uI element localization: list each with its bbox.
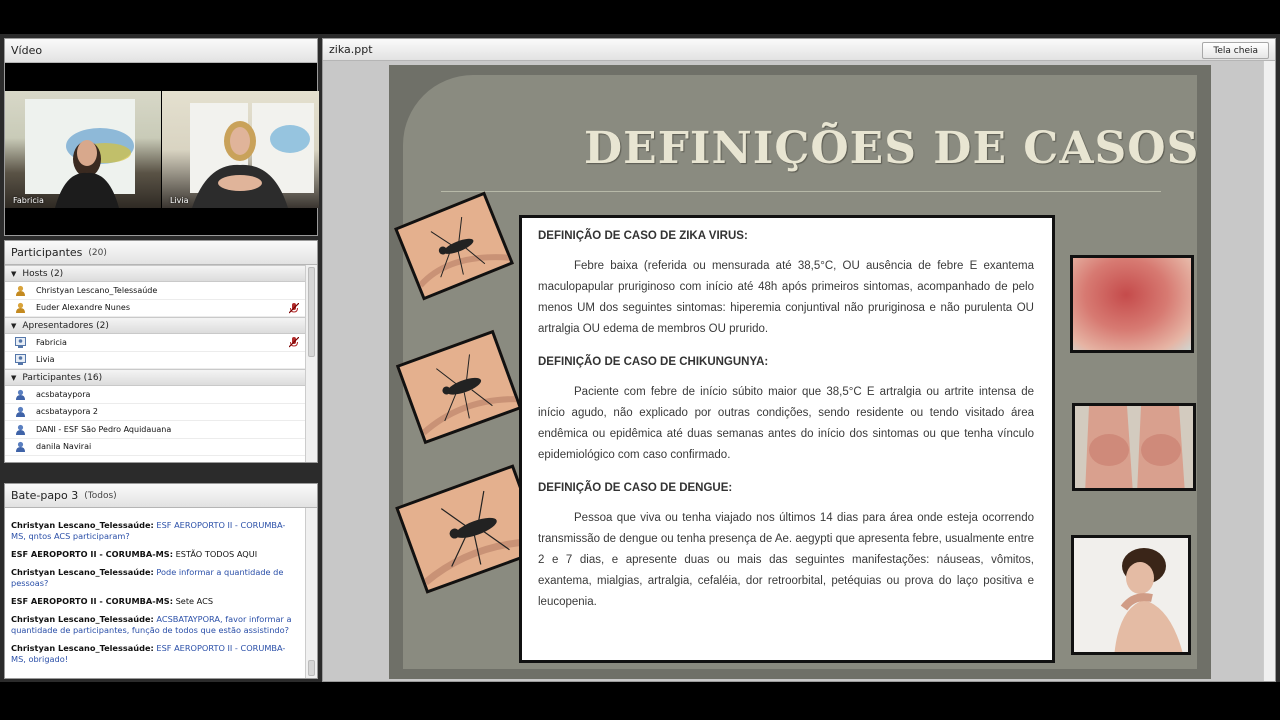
video-area: Fabricia Livia [5,63,319,235]
user-icon [15,406,26,418]
chat-messages: Christyan Lescano_Telessaúde: ESF AEROPO… [5,508,305,678]
chat-message: Christyan Lescano_Telessaúde: ESF AEROPO… [11,643,299,665]
chat-pod-title: Bate-papo 3 [11,489,79,502]
chat-sender: Christyan Lescano_Telessaúde: [11,614,154,624]
participants-count: (20) [88,247,107,258]
chat-scrollbar-thumb[interactable] [308,660,315,676]
section-body-chikungunya: Paciente com febre de início súbito maio… [538,386,1034,461]
participant-row[interactable]: acsbataypora [5,386,305,404]
chat-message: ESF AEROPORTO II - CORUMBA-MS: Sete ACS [11,596,299,607]
microphone-muted-icon [289,302,299,313]
presentation-slide: DEFINIÇÕES DE CASOS DEFINIÇÃO DE CASO DE… [389,65,1211,679]
chat-sender: ESF AEROPORTO II - CORUMBA-MS: [11,596,173,606]
participant-row[interactable]: Fabricia [5,334,305,352]
collapse-triangle-icon[interactable]: ▼ [11,270,16,278]
presenter-icon [15,336,26,348]
chat-message: Christyan Lescano_Telessaúde: ESF AEROPO… [11,520,299,542]
participants-list: ▼ Hosts (2) Christyan Lescano_Telessaúde… [5,265,305,462]
collapse-triangle-icon[interactable]: ▼ [11,374,16,382]
video-pod: Vídeo Fabricia Livia [4,38,319,236]
chat-scrollbar[interactable] [305,508,317,678]
microphone-muted-icon [289,337,299,348]
chat-sender: Christyan Lescano_Telessaúde: [11,567,154,577]
neck-pain-photo [1071,535,1191,655]
chat-filter[interactable]: (Todos) [84,491,116,501]
fullscreen-button[interactable]: Tela cheia [1202,42,1269,59]
chat-message: Christyan Lescano_Telessaúde: ACSBATAYPO… [11,614,299,636]
presenter-icon [15,354,26,366]
chat-sender: Christyan Lescano_Telessaúde: [11,643,154,653]
camera-label-fabricia: Fabricia [13,196,44,205]
group-presenters[interactable]: ▼ Apresentadores (2) [5,317,305,334]
user-icon [15,424,26,435]
group-presenters-label: Apresentadores (2) [22,320,109,331]
section-heading-chikungunya: DEFINIÇÃO DE CASO DE CHIKUNGUNYA: [538,356,769,368]
share-stage: DEFINIÇÕES DE CASOS DEFINIÇÃO DE CASO DE… [323,61,1275,681]
camera-feed-fabricia[interactable]: Fabricia [5,91,161,208]
chat-pod-header[interactable]: Bate-papo 3 (Todos) [5,484,317,508]
adobe-connect-room: Vídeo Fabricia Livia Participantes (20) … [0,34,1280,682]
participant-name: danila Navirai [36,442,92,452]
participants-pod-header[interactable]: Participantes (20) [5,241,317,265]
participant-name: Christyan Lescano_Telessaúde [36,285,158,295]
section-heading-dengue: DEFINIÇÃO DE CASO DE DENGUE: [538,482,733,494]
chat-message: Christyan Lescano_Telessaúde: Pode infor… [11,567,299,589]
rash-photo [1070,255,1194,353]
camera-feed-livia[interactable]: Livia [162,91,319,208]
neck-pain-illustration [1114,548,1183,652]
participant-row[interactable]: acsbataypora 2 [5,404,305,421]
section-body-dengue: Pessoa que viva ou tenha viajado nos últ… [538,512,1034,608]
participant-row[interactable]: Euder Alexandre Nunes [5,300,305,317]
participant-name: DANI - ESF São Pedro Aquidauana [36,424,172,434]
participant-name: acsbataypora [36,389,91,399]
participant-name: acsbataypora 2 [36,407,99,417]
share-pod: zika.ppt Tela cheia DEFINIÇÕES DE CASOS [322,38,1276,682]
group-participants-label: Participantes (16) [22,372,103,383]
group-hosts-label: Hosts (2) [22,268,64,279]
participant-row[interactable]: DANI - ESF São Pedro Aquidauana [5,421,305,439]
fabricia-video-frame [25,99,135,208]
participants-pod: Participantes (20) ▼ Hosts (2) Christyan… [4,240,318,463]
share-scrollbar[interactable] [1263,61,1275,681]
camera-label-livia: Livia [170,196,189,205]
participants-scrollbar[interactable] [305,265,317,462]
participant-name: Euder Alexandre Nunes [36,303,131,313]
slide-title: DEFINIÇÕES DE CASOS [584,123,1200,174]
participant-row[interactable]: danila Navirai [5,439,305,456]
video-pod-title: Vídeo [11,44,43,57]
participants-pod-title: Participantes [11,246,83,259]
slide-title-rule [441,191,1161,192]
share-pod-header[interactable]: zika.ppt [323,39,1275,61]
chat-message: ESF AEROPORTO II - CORUMBA-MS: ESTÃO TOD… [11,549,299,560]
host-user-icon [15,302,26,314]
participant-name: Fabricia [36,337,67,347]
participant-row[interactable]: Christyan Lescano_Telessaúde [5,282,305,300]
user-icon [15,389,26,400]
section-heading-zika: DEFINIÇÃO DE CASO DE ZIKA VIRUS: [538,230,748,242]
video-pod-header[interactable]: Vídeo [5,39,317,63]
knees-illustration [1085,406,1185,488]
chat-text: Sete ACS [175,596,214,606]
group-hosts[interactable]: ▼ Hosts (2) [5,265,305,282]
chat-text: ESTÃO TODOS AQUI [175,549,258,559]
user-icon [15,441,26,453]
livia-video-frame [190,103,314,208]
host-user-icon [15,285,26,296]
collapse-triangle-icon[interactable]: ▼ [11,322,16,330]
share-pod-title: zika.ppt [329,43,373,56]
participant-row[interactable]: Livia [5,352,305,369]
section-body-zika: Febre baixa (referida ou mensurada até 3… [538,260,1034,335]
group-participants[interactable]: ▼ Participantes (16) [5,369,305,386]
participant-name: Livia [36,355,55,365]
chat-pod: Bate-papo 3 (Todos) Christyan Lescano_Te… [4,483,318,679]
swollen-knees-photo [1072,403,1196,491]
chat-sender: Christyan Lescano_Telessaúde: [11,520,154,530]
definitions-textbox: DEFINIÇÃO DE CASO DE ZIKA VIRUS: Febre b… [519,215,1055,663]
participants-scrollbar-thumb[interactable] [308,267,315,357]
chat-sender: ESF AEROPORTO II - CORUMBA-MS: [11,549,173,559]
